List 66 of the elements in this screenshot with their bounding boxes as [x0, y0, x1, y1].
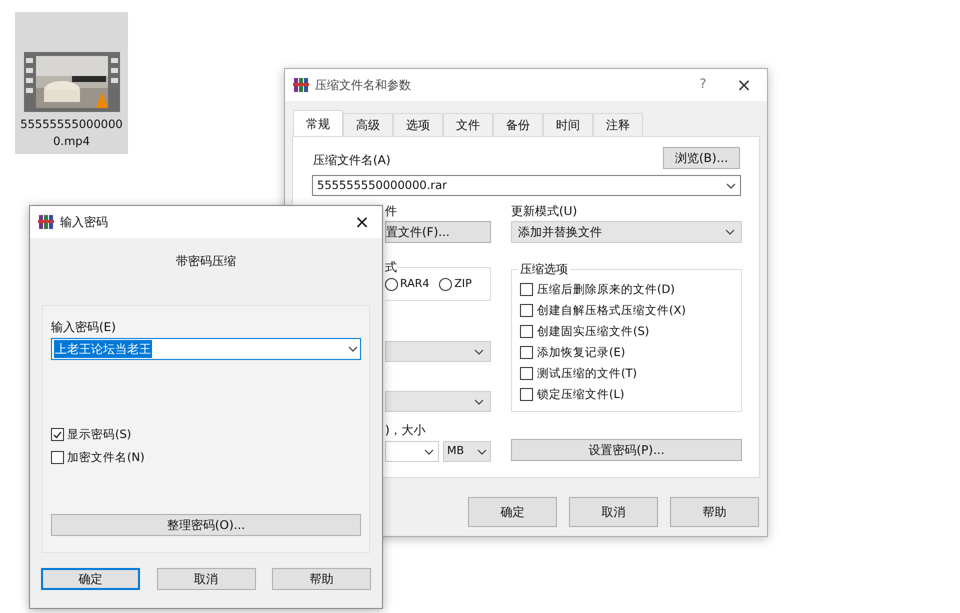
checkbox[interactable]: [520, 388, 533, 401]
radio-button[interactable]: [439, 278, 452, 290]
radio-label: RAR4: [400, 276, 430, 292]
help-button[interactable]: ?: [691, 75, 715, 95]
field-label: 件: [385, 204, 398, 218]
checkbox[interactable]: [520, 346, 533, 359]
checkbox[interactable]: [520, 367, 533, 380]
checkbox-label: 加密文件名(N): [67, 449, 145, 466]
dialog-button[interactable]: 确定: [41, 568, 140, 590]
tab[interactable]: 常规: [293, 110, 343, 136]
window-title: 输入密码: [60, 214, 109, 231]
window-title: 压缩文件名和参数: [315, 77, 412, 94]
books-icon: [293, 77, 309, 93]
checkbox-label: 测试压缩的文件(T): [537, 364, 637, 382]
file-name: 555555550000000.mp4: [20, 116, 124, 150]
field-label: )，大小: [385, 422, 427, 438]
checkbox-label: 创建自解压格式压缩文件(X): [537, 302, 686, 319]
chevron-down-icon: [474, 398, 484, 404]
profile-button[interactable]: 置文件(F)...: [385, 221, 491, 243]
checkbox[interactable]: [51, 428, 64, 442]
checkbox-label: 锁定压缩文件(L): [537, 386, 624, 403]
checkbox-label: 添加恢复记录(E): [537, 344, 626, 361]
tab[interactable]: 选项: [393, 113, 443, 136]
checkbox[interactable]: [520, 283, 533, 296]
books-icon: [38, 214, 54, 230]
checkmark-icon: [53, 430, 62, 439]
tab[interactable]: 备份: [493, 113, 543, 136]
field-label: 输入密码(E): [51, 319, 117, 336]
group-label: 压缩选项: [518, 261, 570, 277]
close-button[interactable]: ×: [721, 72, 767, 98]
chevron-down-icon: [348, 346, 358, 352]
dialog-heading: 带密码压缩: [176, 253, 236, 270]
password-field[interactable]: 上老王论坛当老王: [51, 338, 361, 360]
dialog-button[interactable]: 帮助: [670, 497, 759, 527]
tab[interactable]: 高级: [343, 113, 393, 136]
chevron-down-icon: [725, 229, 735, 235]
tab[interactable]: 时间: [543, 113, 593, 136]
unit-dropdown[interactable]: MB: [443, 441, 491, 462]
chevron-down-icon: [477, 448, 487, 454]
dialog-button[interactable]: 取消: [156, 568, 256, 590]
checkbox[interactable]: [51, 451, 64, 464]
organize-passwords-button[interactable]: 整理密码(O)...: [51, 514, 361, 536]
radio-label: ZIP: [454, 276, 472, 292]
dialog-button[interactable]: 帮助: [272, 568, 371, 590]
tab[interactable]: 注释: [593, 113, 643, 136]
checkbox-label: 创建固实压缩文件(S): [537, 322, 650, 340]
browse-button[interactable]: 浏览(B)...: [663, 147, 740, 169]
field-label: 压缩文件名(A): [313, 152, 391, 169]
archive-name-combo[interactable]: 555555550000000.rar: [312, 175, 741, 196]
close-button[interactable]: ×: [342, 208, 382, 236]
dialog-button[interactable]: 确定: [468, 497, 557, 527]
radio-button[interactable]: [385, 278, 398, 290]
chevron-down-icon: [474, 348, 484, 354]
dialog-button[interactable]: 取消: [569, 497, 658, 527]
checkbox[interactable]: [520, 304, 533, 317]
checkbox-label: 压缩后删除原来的文件(D): [537, 280, 675, 298]
chevron-down-icon: [726, 182, 736, 188]
chevron-down-icon: [424, 448, 434, 454]
set-password-button[interactable]: 设置密码(P)...: [511, 439, 742, 461]
checkbox-label: 显示密码(S): [67, 426, 132, 443]
group-label: 式: [385, 259, 397, 275]
tab[interactable]: 文件: [443, 113, 493, 136]
update-mode-dropdown[interactable]: 添加并替换文件: [511, 221, 742, 243]
checkbox[interactable]: [520, 325, 533, 338]
field-label: 更新模式(U): [511, 204, 578, 218]
desktop-file-icon[interactable]: 555555550000000.mp4: [15, 12, 128, 154]
